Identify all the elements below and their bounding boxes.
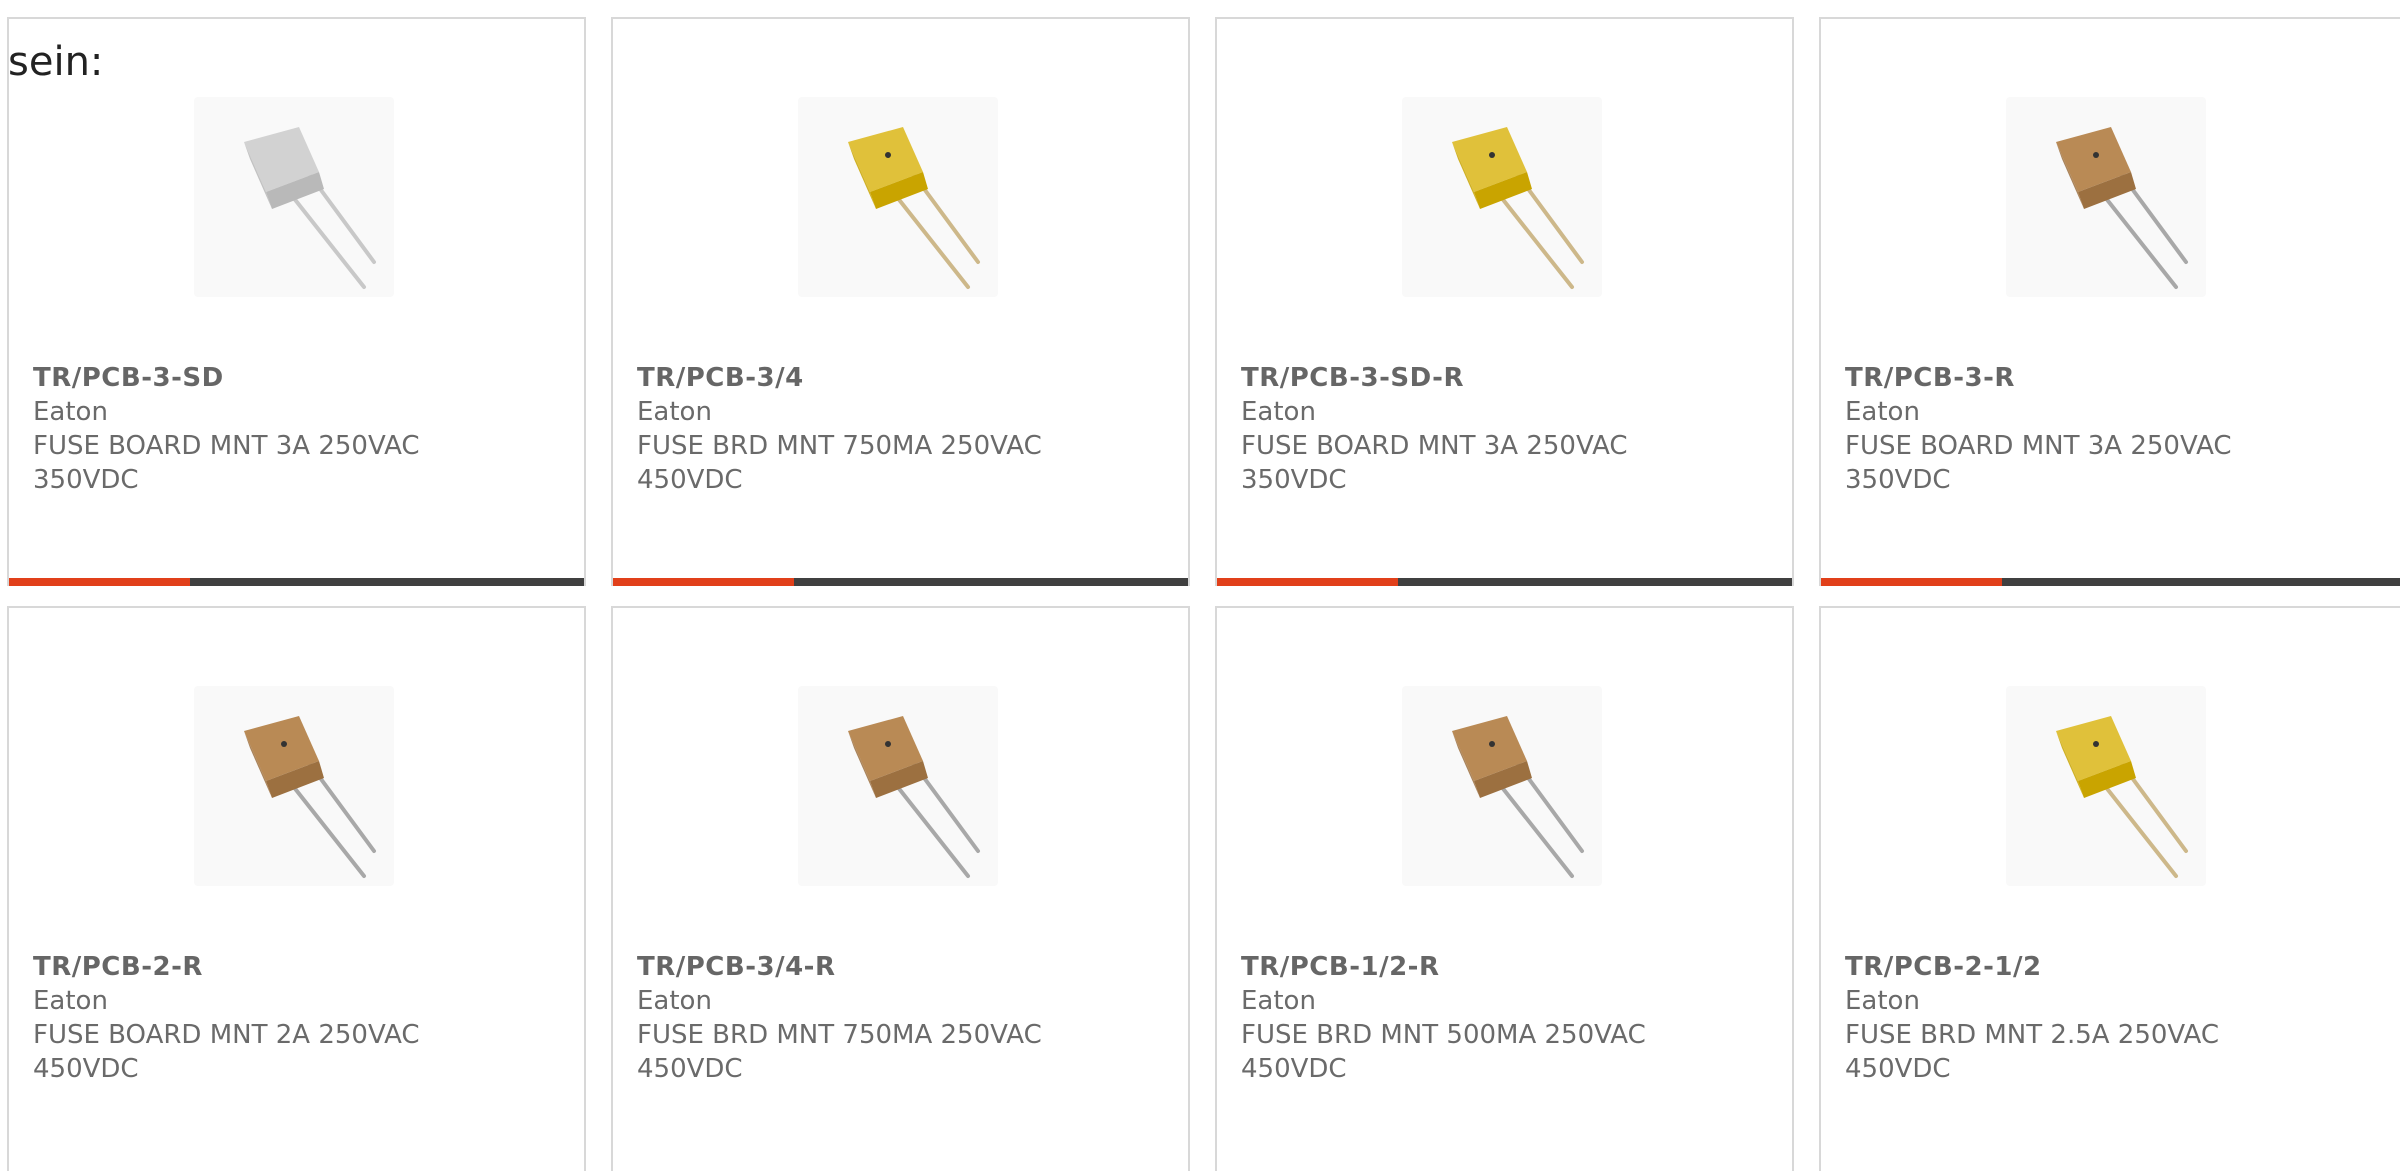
fuse-brown-image — [2056, 127, 2188, 289]
manufacturer: Eaton — [637, 986, 712, 1016]
fuse-brown-image[interactable] — [1402, 686, 1602, 886]
description-line-1: FUSE BRD MNT 500MA 250VAC — [1241, 1020, 1646, 1050]
description-line-1: FUSE BOARD MNT 2A 250VAC — [33, 1020, 420, 1050]
part-number[interactable]: TR/PCB-3-SD-R — [1241, 361, 1741, 395]
product-info: TR/PCB-3-SD-R Eaton FUSE BOARD MNT 3A 25… — [1241, 361, 1741, 497]
description-line-2: 350VDC — [33, 465, 139, 495]
fuse-gray-image — [244, 127, 376, 289]
product-info: TR/PCB-3/4-R Eaton FUSE BRD MNT 750MA 25… — [637, 950, 1137, 1086]
description-line-2: 450VDC — [33, 1054, 139, 1084]
description-line-1: FUSE BRD MNT 750MA 250VAC — [637, 1020, 1042, 1050]
product-card[interactable]: TR/PCB-3/4-R Eaton FUSE BRD MNT 750MA 25… — [611, 606, 1190, 1171]
fuse-brown-image — [848, 716, 980, 878]
part-number[interactable]: TR/PCB-2-R — [33, 950, 533, 984]
part-number[interactable]: TR/PCB-1/2-R — [1241, 950, 1741, 984]
product-card[interactable]: TR/PCB-3-R Eaton FUSE BOARD MNT 3A 250VA… — [1819, 17, 2400, 586]
fuse-brown-image — [1452, 716, 1584, 878]
manufacturer: Eaton — [1845, 397, 1920, 427]
product-info: TR/PCB-2-1/2 Eaton FUSE BRD MNT 2.5A 250… — [1845, 950, 2345, 1086]
fuse-yellow-image[interactable] — [2006, 686, 2206, 886]
description-line-2: 450VDC — [1241, 1054, 1347, 1084]
description-line-1: FUSE BRD MNT 2.5A 250VAC — [1845, 1020, 2220, 1050]
fuse-yellow-image — [848, 127, 980, 289]
manufacturer: Eaton — [1241, 986, 1316, 1016]
fuse-yellow-image — [1452, 127, 1584, 289]
description-line-2: 350VDC — [1845, 465, 1951, 495]
card-bar — [613, 578, 1188, 586]
description-line-1: FUSE BOARD MNT 3A 250VAC — [1241, 431, 1628, 461]
product-info: TR/PCB-1/2-R Eaton FUSE BRD MNT 500MA 25… — [1241, 950, 1741, 1086]
part-number[interactable]: TR/PCB-3/4 — [637, 361, 1137, 395]
fuse-yellow-image — [2056, 716, 2188, 878]
card-bar-accent — [9, 578, 190, 586]
product-card[interactable]: TR/PCB-1/2-R Eaton FUSE BRD MNT 500MA 25… — [1215, 606, 1794, 1171]
manufacturer: Eaton — [637, 397, 712, 427]
description-line-1: FUSE BRD MNT 750MA 250VAC — [637, 431, 1042, 461]
product-card[interactable]: TR/PCB-3/4 Eaton FUSE BRD MNT 750MA 250V… — [611, 17, 1190, 586]
fuse-yellow-image[interactable] — [1402, 97, 1602, 297]
part-number[interactable]: TR/PCB-2-1/2 — [1845, 950, 2345, 984]
manufacturer: Eaton — [33, 986, 108, 1016]
part-number[interactable]: TR/PCB-3/4-R — [637, 950, 1137, 984]
part-number[interactable]: TR/PCB-3-SD — [33, 361, 533, 395]
fuse-yellow-image[interactable] — [798, 97, 998, 297]
product-card[interactable]: TR/PCB-3-SD Eaton FUSE BOARD MNT 3A 250V… — [7, 17, 586, 586]
description-line-1: FUSE BOARD MNT 3A 250VAC — [1845, 431, 2232, 461]
manufacturer: Eaton — [33, 397, 108, 427]
product-card[interactable]: TR/PCB-3-SD-R Eaton FUSE BOARD MNT 3A 25… — [1215, 17, 1794, 586]
description-line-2: 450VDC — [637, 465, 743, 495]
fuse-brown-image — [244, 716, 376, 878]
card-bar — [1821, 578, 2400, 586]
fuse-brown-image[interactable] — [2006, 97, 2206, 297]
product-card[interactable]: TR/PCB-2-1/2 Eaton FUSE BRD MNT 2.5A 250… — [1819, 606, 2400, 1171]
description-line-2: 450VDC — [637, 1054, 743, 1084]
manufacturer: Eaton — [1241, 397, 1316, 427]
description-line-1: FUSE BOARD MNT 3A 250VAC — [33, 431, 420, 461]
description-line-2: 350VDC — [1241, 465, 1347, 495]
card-bar — [1217, 578, 1792, 586]
product-info: TR/PCB-3-SD Eaton FUSE BOARD MNT 3A 250V… — [33, 361, 533, 497]
card-bar-accent — [1217, 578, 1398, 586]
fuse-brown-image[interactable] — [194, 686, 394, 886]
product-info: TR/PCB-3-R Eaton FUSE BOARD MNT 3A 250VA… — [1845, 361, 2345, 497]
manufacturer: Eaton — [1845, 986, 1920, 1016]
part-number[interactable]: TR/PCB-3-R — [1845, 361, 2345, 395]
card-bar — [9, 578, 584, 586]
product-info: TR/PCB-3/4 Eaton FUSE BRD MNT 750MA 250V… — [637, 361, 1137, 497]
fuse-gray-image[interactable] — [194, 97, 394, 297]
fuse-brown-image[interactable] — [798, 686, 998, 886]
product-card[interactable]: TR/PCB-2-R Eaton FUSE BOARD MNT 2A 250VA… — [7, 606, 586, 1171]
description-line-2: 450VDC — [1845, 1054, 1951, 1084]
intro-text: sein: — [8, 39, 104, 85]
card-bar-accent — [613, 578, 794, 586]
product-info: TR/PCB-2-R Eaton FUSE BOARD MNT 2A 250VA… — [33, 950, 533, 1086]
card-bar-accent — [1821, 578, 2002, 586]
